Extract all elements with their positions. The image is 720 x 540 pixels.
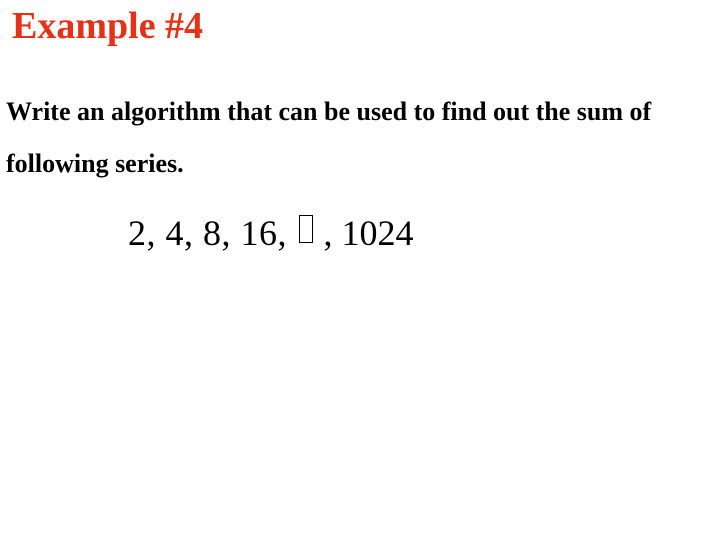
series-prefix: 2, 4, 8, 16, xyxy=(128,213,297,253)
ellipsis-icon xyxy=(299,215,313,243)
problem-statement: Write an algorithm that can be used to f… xyxy=(6,86,706,190)
slide: Example #4 Write an algorithm that can b… xyxy=(0,0,720,540)
series-expression: 2, 4, 8, 16, , 1024 xyxy=(128,212,414,254)
slide-title: Example #4 xyxy=(12,4,203,48)
series-suffix: , 1024 xyxy=(315,213,414,253)
